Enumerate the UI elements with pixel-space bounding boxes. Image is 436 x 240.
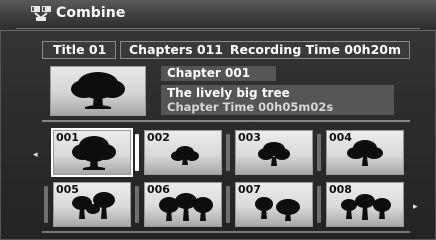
current-chapter-label: Chapter 001 (161, 66, 276, 81)
tree-icon (72, 192, 115, 219)
tree-icon (255, 197, 300, 221)
chapter-preview (50, 66, 146, 116)
tree-icon (71, 72, 125, 109)
title-number-field: Title 01 (42, 41, 116, 59)
tree-icon (347, 140, 383, 166)
chapter-time: Chapter Time 00h05m02s (167, 100, 334, 114)
chapter-thumbnail[interactable]: 003 (235, 130, 313, 175)
insertion-slot[interactable] (44, 186, 48, 223)
tree-icon (341, 194, 391, 220)
insertion-slot[interactable] (135, 186, 139, 223)
tree-icon (171, 146, 199, 165)
insertion-slot-selected[interactable] (135, 134, 139, 171)
tree-icon (258, 142, 290, 166)
chapter-thumbnail[interactable]: 008 (326, 182, 404, 227)
chapter-name: The lively big tree (167, 86, 290, 100)
chapter-thumbnail[interactable]: 006 (144, 182, 222, 227)
chapters-count: Chapters 011 (129, 42, 223, 57)
screen-title: Combine (56, 5, 126, 21)
header-divider (16, 28, 420, 29)
insertion-slot[interactable] (226, 186, 230, 223)
thumbnail-bottom-divider (42, 231, 410, 233)
chapter-thumbnail[interactable]: 002 (144, 130, 222, 175)
insertion-slot[interactable] (226, 134, 230, 171)
thumbnail-top-divider (42, 120, 410, 122)
chapter-thumbnail[interactable]: 005 (53, 182, 131, 227)
scroll-left-arrow-icon[interactable]: ◂ (33, 151, 38, 160)
title-bar: Combine (0, 0, 436, 31)
chapter-info-box: The lively big tree Chapter Time 00h05m0… (161, 85, 394, 115)
insertion-slot[interactable] (317, 186, 321, 223)
chapter-thumbnail[interactable]: 007 (235, 182, 313, 227)
tree-icon (159, 193, 213, 221)
combine-icon (31, 6, 51, 21)
recording-time: Recording Time 00h20m (229, 42, 401, 57)
chapter-thumbnail[interactable]: 001 (51, 128, 133, 177)
combine-screen: Combine Title 01 Chapters 011 Recording … (0, 0, 436, 240)
insertion-slot[interactable] (317, 134, 321, 171)
scroll-right-arrow-icon[interactable]: ▸ (413, 203, 418, 212)
chapter-thumbnail[interactable]: 004 (326, 130, 404, 175)
tree-icon (72, 136, 116, 170)
chapters-info-field: Chapters 011 Recording Time 00h20m (120, 41, 410, 59)
